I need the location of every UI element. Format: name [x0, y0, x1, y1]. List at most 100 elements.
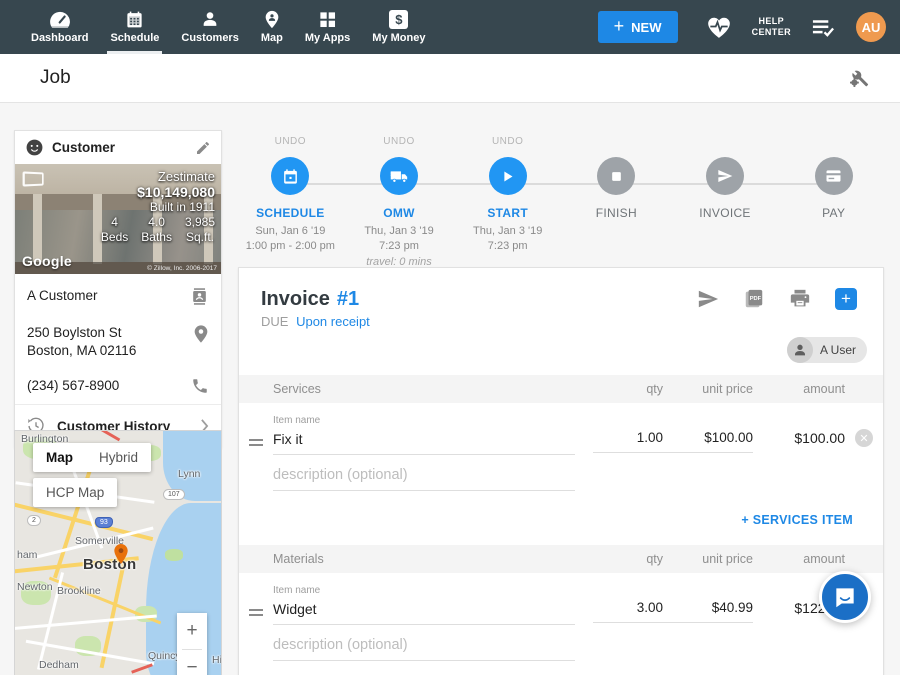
map-marker-icon[interactable]: [113, 543, 129, 565]
stat-sqft: 3,985Sq.ft.: [185, 215, 215, 245]
person-icon: [200, 10, 220, 29]
calendar-icon: [282, 168, 299, 185]
unit-price-input[interactable]: [663, 428, 753, 453]
finish-step-button[interactable]: [597, 157, 635, 195]
nav-my-apps[interactable]: My Apps: [294, 0, 361, 54]
zillow-copyright: © Zillow, Inc. 2006-2017: [147, 265, 217, 272]
calendar-icon: [125, 10, 144, 29]
map-label: Lynn: [178, 468, 200, 480]
add-services-item-link[interactable]: + SERVICES ITEM: [741, 513, 853, 527]
amount-value: $100.00: [753, 415, 845, 446]
undo-link[interactable]: UNDO: [236, 136, 345, 149]
customer-face-icon: [25, 138, 44, 157]
hcp-map-button[interactable]: HCP Map: [33, 478, 117, 507]
due-value-link[interactable]: Upon receipt: [296, 314, 370, 329]
pdf-icon[interactable]: PDF: [743, 288, 765, 310]
activity-list-icon[interactable]: [811, 17, 836, 37]
section-name: Materials: [273, 552, 593, 566]
drag-handle-icon[interactable]: [239, 415, 273, 446]
zestimate-value: $10,149,080: [101, 184, 215, 200]
job-settings-icon[interactable]: [848, 67, 870, 89]
zoom-in-button[interactable]: +: [177, 613, 207, 649]
start-step-button[interactable]: [489, 157, 527, 195]
customer-address-row: 250 Boylston StBoston, MA 02116: [15, 315, 221, 368]
chat-bubble-button[interactable]: [819, 571, 871, 623]
contact-card-icon[interactable]: [190, 287, 209, 306]
nav-customers[interactable]: Customers: [170, 0, 249, 54]
timeline-step-omw: UNDO OMW Thu, Jan 3 '197:23 pmtravel: 0 …: [345, 136, 454, 270]
hybrid-button[interactable]: Hybrid: [86, 443, 151, 472]
grid-icon: [318, 10, 337, 29]
phone-icon[interactable]: [191, 377, 209, 395]
stat-beds: 4Beds: [101, 215, 128, 245]
stat-baths: 4.0Baths: [141, 215, 172, 245]
nav-my-money[interactable]: $ My Money: [361, 0, 436, 54]
assignee-pill[interactable]: A User: [787, 337, 867, 363]
print-icon[interactable]: [789, 288, 811, 310]
nav-map-label: Map: [261, 32, 283, 44]
timeline-step-finish: FINISH: [562, 136, 671, 270]
service-item-row: Item name $100.00 ✕: [239, 403, 883, 455]
omw-step-button[interactable]: [380, 157, 418, 195]
play-icon: [500, 169, 515, 184]
add-invoice-button[interactable]: +: [835, 288, 857, 310]
nav-map[interactable]: Map: [250, 0, 294, 54]
customer-address: 250 Boylston StBoston, MA 02116: [27, 324, 136, 359]
amount-header: amount: [753, 382, 845, 396]
dollar-icon: $: [389, 10, 408, 29]
edit-pencil-icon[interactable]: [195, 140, 211, 156]
job-progress-timeline: UNDO SCHEDULE Sun, Jan 6 '191:00 pm - 2:…: [236, 136, 888, 270]
customer-card-title: Customer: [52, 140, 115, 155]
customer-name: A Customer: [27, 287, 98, 305]
nav-schedule-label: Schedule: [110, 32, 159, 44]
nav-customers-label: Customers: [181, 32, 238, 44]
pay-step-button[interactable]: [815, 157, 853, 195]
invoice-number[interactable]: #1: [337, 288, 359, 311]
new-button[interactable]: + NEW: [598, 11, 678, 43]
street-view-icon[interactable]: [23, 171, 44, 186]
item-name-input[interactable]: [273, 599, 575, 625]
undo-link[interactable]: UNDO: [453, 136, 562, 149]
customer-card: Customer Zestimate $10,149,080 Built in …: [14, 130, 222, 448]
timeline-step-start: UNDO START Thu, Jan 3 '197:23 pm: [453, 136, 562, 270]
svg-text:PDF: PDF: [750, 296, 762, 302]
customer-phone-row: (234) 567-8900: [15, 368, 221, 404]
map-widget[interactable]: Burlington Lynn Somerville ham Boston Ne…: [14, 430, 222, 675]
google-watermark: Google: [22, 253, 72, 269]
nav-schedule[interactable]: Schedule: [99, 0, 170, 54]
stop-icon: [610, 170, 623, 183]
qty-input[interactable]: [593, 428, 663, 453]
send-icon[interactable]: [697, 288, 719, 310]
qty-input[interactable]: [593, 598, 663, 623]
assignee-name: A User: [813, 343, 867, 357]
undo-link[interactable]: UNDO: [345, 136, 454, 149]
map-pin-icon: [264, 10, 280, 29]
unit-price-header: unit price: [663, 382, 753, 396]
invoice-step-button[interactable]: [706, 157, 744, 195]
invoice-card: Invoice #1 PDF + DUE Upon receipt A User…: [238, 267, 884, 675]
description-input[interactable]: [273, 465, 575, 491]
description-input[interactable]: [273, 635, 575, 661]
route-shield-93: 93: [95, 517, 113, 528]
location-pin-icon[interactable]: [193, 324, 209, 344]
item-name-input[interactable]: [273, 429, 575, 455]
map-button[interactable]: Map: [33, 443, 86, 472]
schedule-step-button[interactable]: [271, 157, 309, 195]
map-label: Quincy: [148, 650, 181, 662]
timeline-step-invoice: INVOICE: [671, 136, 780, 270]
delete-item-icon[interactable]: ✕: [855, 429, 873, 447]
unit-price-input[interactable]: [663, 598, 753, 623]
nav-my-apps-label: My Apps: [305, 32, 350, 44]
zoom-out-button[interactable]: −: [177, 650, 207, 675]
map-label: ham: [17, 549, 37, 561]
user-avatar[interactable]: AU: [856, 12, 886, 42]
heart-pulse-icon[interactable]: [706, 15, 732, 39]
drag-handle-icon[interactable]: [239, 585, 273, 616]
property-photo[interactable]: Zestimate $10,149,080 Built in 1911 4Bed…: [15, 164, 221, 274]
map-zoom-control: + −: [177, 613, 207, 675]
nav-dashboard[interactable]: Dashboard: [20, 0, 99, 54]
section-name: Services: [273, 382, 593, 396]
top-navbar: Dashboard Schedule Customers Map My Apps…: [0, 0, 900, 54]
zestimate-overlay: Zestimate $10,149,080 Built in 1911 4Bed…: [101, 169, 215, 245]
help-center-link[interactable]: HELP CENTER: [752, 16, 791, 39]
